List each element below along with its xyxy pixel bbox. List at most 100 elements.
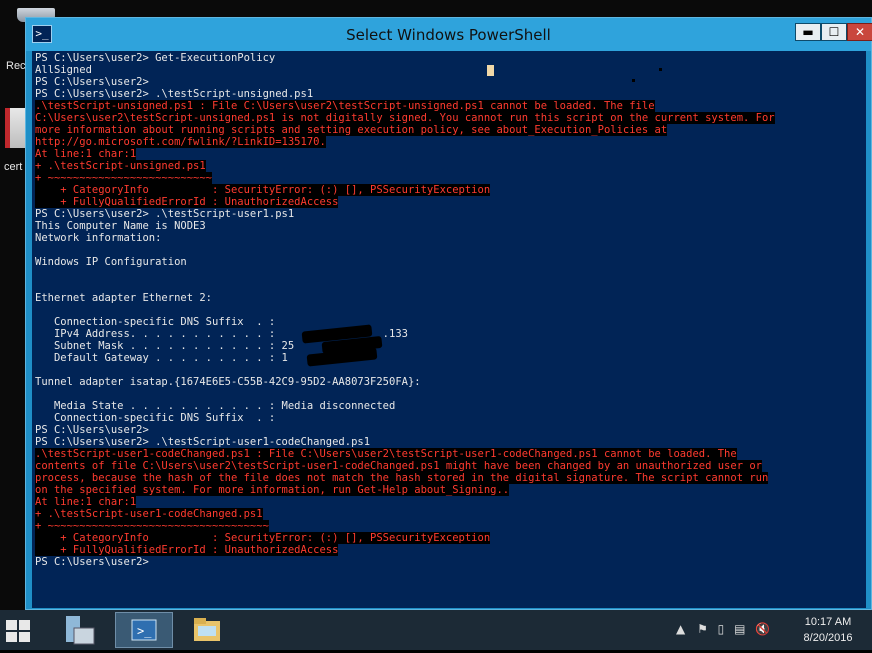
console-line-text: process, because the hash of the file do… bbox=[35, 472, 769, 484]
console-line-text: PS C:\Users\user2> .\testScript-unsigned… bbox=[35, 88, 314, 100]
console-line: Network information: bbox=[35, 232, 775, 244]
console-line-text: PS C:\Users\user2> Get-ExecutionPolicy bbox=[35, 52, 276, 64]
console-error-line: contents of file C:\Users\user2\testScri… bbox=[35, 460, 775, 472]
console-line: PS C:\Users\user2> Get-ExecutionPolicy bbox=[35, 52, 775, 64]
console-line: Media State . . . . . . . . . . . : Medi… bbox=[35, 400, 775, 412]
console-line-text: PS C:\Users\user2> bbox=[35, 76, 149, 88]
powershell-window: >_ Select Windows PowerShell ▬ ☐ ✕ PS C:… bbox=[25, 17, 872, 610]
desktop-icon-label: cert bbox=[4, 161, 23, 173]
show-hidden-icons-icon[interactable]: ▲ bbox=[676, 622, 685, 636]
console-line-text: Ethernet adapter Ethernet 2: bbox=[35, 292, 213, 304]
device-icon[interactable]: ▯ bbox=[718, 622, 725, 636]
file-explorer-icon[interactable] bbox=[186, 612, 228, 648]
console-line: PS C:\Users\user2> .\testScript-user1.ps… bbox=[35, 208, 775, 220]
volume-muted-icon[interactable]: 🔇 bbox=[755, 622, 770, 636]
console-line-text: more information about running scripts a… bbox=[35, 124, 668, 136]
console-line-text: At line:1 char:1 bbox=[35, 496, 137, 508]
console-error-line: process, because the hash of the file do… bbox=[35, 472, 775, 484]
console-error-line: on the specified system. For more inform… bbox=[35, 484, 775, 496]
console-line-text: C:\Users\user2\testScript-unsigned.ps1 i… bbox=[35, 112, 775, 124]
console-output[interactable]: PS C:\Users\user2> Get-ExecutionPolicy Al… bbox=[32, 51, 866, 608]
console-line-text: AllSigned bbox=[35, 64, 92, 76]
console-line-text: + .\testScript-unsigned.ps1 bbox=[35, 160, 206, 172]
console-error-line: + FullyQualifiedErrorId : UnauthorizedAc… bbox=[35, 544, 775, 556]
console-line-text: At line:1 char:1 bbox=[35, 148, 137, 160]
console-line: PS C:\Users\user2> bbox=[35, 424, 775, 436]
console-line: Connection-specific DNS Suffix . : bbox=[35, 412, 775, 424]
powershell-icon[interactable]: >_ bbox=[115, 612, 173, 648]
console-error-line: + .\testScript-unsigned.ps1 bbox=[35, 160, 775, 172]
console-line: This Computer Name is NODE3 bbox=[35, 220, 775, 232]
console-line-text: + ~~~~~~~~~~~~~~~~~~~~~~~~~~~~~~~~~~~ bbox=[35, 520, 269, 532]
console-line-text: + .\testScript-user1-codeChanged.ps1 bbox=[35, 508, 263, 520]
console-error-line: At line:1 char:1 bbox=[35, 496, 775, 508]
clock[interactable]: 10:17 AM 8/20/2016 bbox=[790, 614, 866, 646]
console-error-line: .\testScript-unsigned.ps1 : File C:\User… bbox=[35, 100, 775, 112]
console-error-line: + .\testScript-user1-codeChanged.ps1 bbox=[35, 508, 775, 520]
console-line-text: This Computer Name is NODE3 bbox=[35, 220, 206, 232]
console-line-text: Windows IP Configuration bbox=[35, 256, 187, 268]
console-error-line: + CategoryInfo : SecurityError: (:) [], … bbox=[35, 532, 775, 544]
text-cursor bbox=[487, 65, 494, 76]
console-error-line: C:\Users\user2\testScript-unsigned.ps1 i… bbox=[35, 112, 775, 124]
window-title: Select Windows PowerShell bbox=[346, 26, 551, 44]
console-line-text: PS C:\Users\user2> bbox=[35, 424, 149, 436]
clock-date: 8/20/2016 bbox=[803, 632, 853, 644]
console-line-text: Tunnel adapter isatap.{1674E6E5-C55B-42C… bbox=[35, 376, 421, 388]
console-error-line: + ~~~~~~~~~~~~~~~~~~~~~~~~~~ bbox=[35, 172, 775, 184]
maximize-button[interactable]: ☐ bbox=[821, 23, 847, 41]
console-error-line: At line:1 char:1 bbox=[35, 148, 775, 160]
console-line-text: + ~~~~~~~~~~~~~~~~~~~~~~~~~~ bbox=[35, 172, 213, 184]
console-line: Default Gateway . . . . . . . . . : 1 1 bbox=[35, 352, 775, 364]
console-line: PS C:\Users\user2> bbox=[35, 76, 775, 88]
console-line: PS C:\Users\user2> bbox=[35, 556, 775, 568]
server-manager-icon[interactable] bbox=[58, 612, 100, 648]
console-line-text: PS C:\Users\user2> bbox=[35, 556, 149, 568]
title-bar[interactable]: >_ Select Windows PowerShell ▬ ☐ ✕ bbox=[26, 18, 872, 51]
close-button[interactable]: ✕ bbox=[847, 23, 872, 41]
console-line: Connection-specific DNS Suffix . : bbox=[35, 316, 775, 328]
console-error-line: + CategoryInfo : SecurityError: (:) [], … bbox=[35, 184, 775, 196]
console-line-text: PS C:\Users\user2> .\testScript-user1.ps… bbox=[35, 208, 295, 220]
console-line-text: contents of file C:\Users\user2\testScri… bbox=[35, 460, 762, 472]
console-error-line: + ~~~~~~~~~~~~~~~~~~~~~~~~~~~~~~~~~~~ bbox=[35, 520, 775, 532]
console-line: Tunnel adapter isatap.{1674E6E5-C55B-42C… bbox=[35, 376, 775, 388]
console-line-text: Default Gateway . . . . . . . . . : 1 1 bbox=[35, 352, 352, 364]
start-button-icon[interactable] bbox=[6, 620, 32, 642]
action-center-icon[interactable]: ⚑ bbox=[697, 622, 708, 636]
console-line: PS C:\Users\user2> .\testScript-unsigned… bbox=[35, 88, 775, 100]
console-line-text: .\testScript-user1-codeChanged.ps1 : Fil… bbox=[35, 448, 737, 460]
console-line-text: Network information: bbox=[35, 232, 162, 244]
console-error-line: more information about running scripts a… bbox=[35, 124, 775, 136]
console-line-text: Media State . . . . . . . . . . . : Medi… bbox=[35, 400, 396, 412]
console-line-text: + FullyQualifiedErrorId : UnauthorizedAc… bbox=[35, 196, 339, 208]
console-line: PS C:\Users\user2> .\testScript-user1-co… bbox=[35, 436, 775, 448]
console-line: Ethernet adapter Ethernet 2: bbox=[35, 292, 775, 304]
console-line-text: Connection-specific DNS Suffix . : bbox=[35, 412, 276, 424]
console-line: AllSigned bbox=[35, 64, 775, 76]
console-line-text: + FullyQualifiedErrorId : UnauthorizedAc… bbox=[35, 544, 339, 556]
console-error-line: + FullyQualifiedErrorId : UnauthorizedAc… bbox=[35, 196, 775, 208]
svg-text:>_: >_ bbox=[137, 624, 152, 638]
network-icon[interactable]: ▤ bbox=[734, 622, 745, 636]
console-line-text: + CategoryInfo : SecurityError: (:) [], … bbox=[35, 184, 491, 196]
console-line-text: Connection-specific DNS Suffix . : bbox=[35, 316, 276, 328]
speck bbox=[632, 79, 635, 82]
console-line-text: PS C:\Users\user2> .\testScript-user1-co… bbox=[35, 436, 371, 448]
console-error-line: .\testScript-user1-codeChanged.ps1 : Fil… bbox=[35, 448, 775, 460]
console-line: IPv4 Address. . . . . . . . . . . : .133 bbox=[35, 328, 775, 340]
console-line-text: + CategoryInfo : SecurityError: (:) [], … bbox=[35, 532, 491, 544]
clock-time: 10:17 AM bbox=[804, 616, 852, 628]
minimize-button[interactable]: ▬ bbox=[795, 23, 821, 41]
system-tray: ▲ ⚑ ▯ ▤ 🔇 bbox=[676, 622, 770, 636]
console-lines: PS C:\Users\user2> Get-ExecutionPolicy Al… bbox=[35, 52, 775, 568]
desktop-icon-label: Rec bbox=[6, 60, 26, 72]
console-line: Subnet Mask . . . . . . . . . . . : 25 5… bbox=[35, 340, 775, 352]
console-line-text: .\testScript-unsigned.ps1 : File C:\User… bbox=[35, 100, 655, 112]
